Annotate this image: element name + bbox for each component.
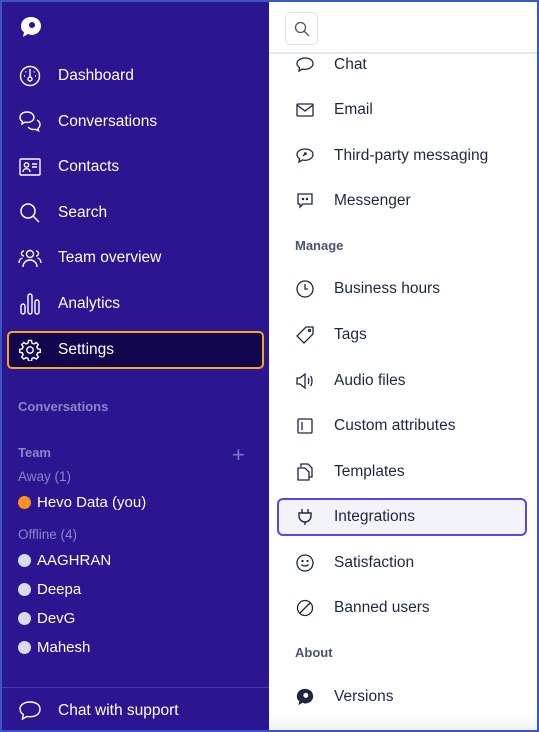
member-name: Mahesh — [37, 639, 91, 656]
manage-section-label: Manage — [295, 238, 344, 253]
menu-item-email[interactable]: Email — [277, 91, 527, 129]
menu-label: Messenger — [334, 192, 411, 209]
status-offline-icon — [18, 641, 31, 654]
nav-label: Analytics — [58, 295, 121, 312]
tag-icon — [294, 324, 316, 346]
menu-item-business-hours[interactable]: Business hours — [277, 270, 527, 308]
menu-item-integrations[interactable]: Integrations — [277, 498, 527, 536]
menu-label: Banned users — [334, 599, 430, 616]
sidebar: Dashboard Conversations Contacts Search … — [0, 0, 269, 732]
nav-label: Conversations — [58, 113, 158, 130]
clock-icon — [294, 278, 316, 300]
settings-menu: Chat Email Third-party messaging Messeng… — [269, 0, 539, 732]
member-item[interactable]: AAGHRAN — [18, 552, 111, 569]
member-item[interactable]: Mahesh — [18, 639, 90, 656]
add-team-icon[interactable]: + — [232, 444, 245, 466]
messenger-icon — [294, 190, 316, 212]
member-name: AAGHRAN — [37, 552, 112, 569]
smiley-icon — [294, 552, 316, 574]
envelope-icon — [294, 99, 316, 121]
support-label: Chat with support — [58, 702, 179, 719]
third-party-chat-icon — [294, 145, 316, 167]
app-logo-icon[interactable] — [20, 16, 42, 38]
menu-label: Third-party messaging — [334, 147, 489, 164]
search-icon — [18, 201, 42, 225]
menu-label: Templates — [334, 463, 405, 480]
dashboard-icon — [18, 64, 42, 88]
about-section-label: About — [295, 645, 333, 660]
analytics-icon — [18, 292, 42, 316]
plug-icon — [294, 506, 316, 528]
custom-attributes-icon — [294, 415, 316, 437]
settings-header — [269, 0, 539, 54]
chat-bubble-icon — [18, 700, 42, 722]
member-item[interactable]: DevG — [18, 610, 75, 627]
status-offline-icon — [18, 612, 31, 625]
gear-icon — [18, 338, 42, 362]
member-name: Hevo Data (you) — [37, 494, 147, 511]
nav-search[interactable]: Search — [7, 194, 264, 232]
divider — [0, 687, 269, 688]
chat-with-support-button[interactable]: Chat with support — [18, 700, 179, 722]
member-item[interactable]: Hevo Data (you) — [18, 494, 146, 511]
team-icon — [18, 246, 42, 270]
speaker-icon — [294, 370, 316, 392]
menu-label: Email — [334, 101, 373, 118]
menu-label: Satisfaction — [334, 554, 415, 571]
ban-icon — [294, 597, 316, 619]
menu-item-banned-users[interactable]: Banned users — [277, 589, 527, 627]
menu-label: Business hours — [334, 280, 440, 297]
team-section-label: Team — [18, 445, 51, 460]
nav-label: Contacts — [58, 158, 120, 175]
contacts-icon — [18, 155, 42, 179]
menu-label: Custom attributes — [334, 417, 456, 434]
member-name: DevG — [37, 610, 76, 627]
templates-icon — [294, 461, 316, 483]
offline-label: Offline (4) — [18, 527, 78, 542]
scroll-fade — [269, 712, 539, 732]
conversations-icon — [18, 110, 42, 134]
nav-label: Team overview — [58, 249, 162, 266]
menu-label: Tags — [334, 326, 367, 343]
nav-label: Settings — [58, 341, 115, 358]
member-item[interactable]: Deepa — [18, 581, 81, 598]
app-logo-icon — [294, 686, 316, 708]
menu-item-messenger[interactable]: Messenger — [277, 182, 527, 220]
menu-item-satisfaction[interactable]: Satisfaction — [277, 544, 527, 582]
status-offline-icon — [18, 554, 31, 567]
menu-item-tags[interactable]: Tags — [277, 316, 527, 354]
menu-item-custom-attributes[interactable]: Custom attributes — [277, 407, 527, 445]
nav-conversations[interactable]: Conversations — [7, 103, 264, 141]
nav-label: Dashboard — [58, 67, 134, 84]
nav-team-overview[interactable]: Team overview — [7, 239, 264, 277]
menu-item-versions[interactable]: Versions — [277, 678, 527, 716]
search-button[interactable] — [285, 12, 318, 45]
menu-label: Integrations — [334, 508, 415, 525]
menu-label: Chat — [334, 56, 367, 73]
status-away-icon — [18, 496, 31, 509]
member-name: Deepa — [37, 581, 82, 598]
status-offline-icon — [18, 583, 31, 596]
chat-icon — [294, 54, 316, 76]
nav-contacts[interactable]: Contacts — [7, 148, 264, 186]
nav-analytics[interactable]: Analytics — [7, 285, 264, 323]
nav-label: Search — [58, 204, 108, 221]
away-label: Away (1) — [18, 469, 72, 484]
menu-label: Versions — [334, 688, 394, 705]
nav-settings[interactable]: Settings — [7, 331, 264, 369]
conversations-section-label: Conversations — [18, 399, 109, 414]
nav-dashboard[interactable]: Dashboard — [7, 57, 264, 95]
menu-item-audio-files[interactable]: Audio files — [277, 362, 527, 400]
menu-label: Audio files — [334, 372, 406, 389]
menu-item-third-party-messaging[interactable]: Third-party messaging — [277, 137, 527, 175]
menu-item-templates[interactable]: Templates — [277, 453, 527, 491]
